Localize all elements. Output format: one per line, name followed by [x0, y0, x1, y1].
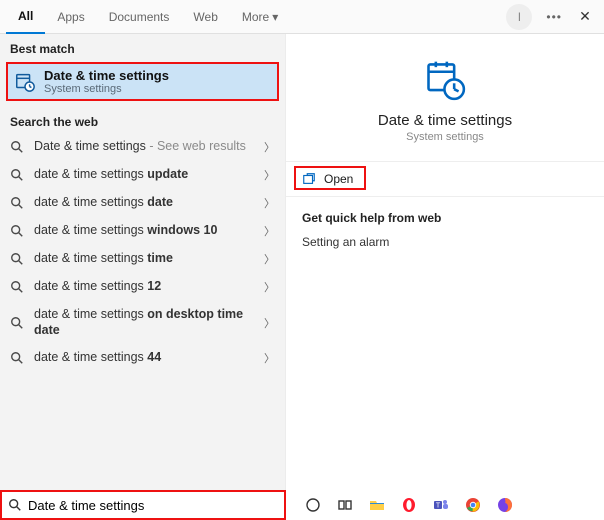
chevron-right-icon: 〉	[264, 279, 275, 295]
best-match-title: Date & time settings	[44, 68, 169, 83]
preview-pane: Date & time settings System settings Ope…	[286, 34, 604, 490]
chevron-right-icon: 〉	[264, 350, 275, 366]
tab-more[interactable]: More ▾	[230, 0, 290, 34]
web-result-text: date & time settings 44	[34, 350, 256, 366]
best-match-label: Best match	[0, 34, 285, 60]
web-results-list: Date & time settings - See web results〉d…	[0, 133, 285, 372]
cortana-icon[interactable]	[304, 496, 322, 514]
svg-text:T: T	[436, 503, 441, 510]
task-view-icon[interactable]	[336, 496, 354, 514]
chrome-icon[interactable]	[464, 496, 482, 514]
web-result-text: date & time settings update	[34, 167, 256, 183]
best-match-subtitle: System settings	[44, 83, 169, 95]
chevron-right-icon: 〉	[264, 315, 275, 331]
web-search-label: Search the web	[0, 107, 285, 133]
calendar-clock-icon	[423, 58, 467, 102]
chevron-right-icon: 〉	[264, 195, 275, 211]
search-icon	[10, 224, 26, 238]
chevron-right-icon: 〉	[264, 251, 275, 267]
web-result-text: date & time settings date	[34, 195, 256, 211]
chevron-right-icon: 〉	[264, 139, 275, 155]
search-icon	[10, 351, 26, 365]
calendar-clock-icon	[14, 71, 36, 93]
web-result-text: date & time settings time	[34, 251, 256, 267]
explorer-icon[interactable]	[368, 496, 386, 514]
web-result-text: date & time settings on desktop time dat…	[34, 307, 256, 338]
search-tabs: All Apps Documents Web More ▾ I ••• ✕	[0, 0, 604, 34]
search-icon	[10, 140, 26, 154]
preview-title: Date & time settings	[378, 112, 512, 129]
open-button[interactable]: Open	[296, 168, 369, 190]
search-icon	[10, 196, 26, 210]
search-icon	[10, 316, 26, 330]
tab-documents[interactable]: Documents	[97, 0, 182, 34]
firefox-icon[interactable]	[496, 496, 514, 514]
web-result-item[interactable]: date & time settings windows 10 〉	[0, 217, 285, 245]
search-icon	[10, 252, 26, 266]
search-icon	[10, 168, 26, 182]
close-button[interactable]: ✕	[570, 8, 600, 25]
web-result-item[interactable]: date & time settings 44 〉	[0, 344, 285, 372]
more-options-button[interactable]: •••	[546, 10, 562, 24]
preview-subtitle: System settings	[406, 131, 484, 143]
web-result-item[interactable]: date & time settings time 〉	[0, 245, 285, 273]
quick-help-heading: Get quick help from web	[302, 211, 588, 225]
search-icon	[10, 280, 26, 294]
tab-web[interactable]: Web	[181, 0, 229, 34]
web-result-item[interactable]: date & time settings update 〉	[0, 161, 285, 189]
chevron-right-icon: 〉	[264, 223, 275, 239]
results-pane: Best match Date & time settings System s…	[0, 34, 286, 490]
taskbar-area: T	[0, 490, 604, 520]
help-link-alarm[interactable]: Setting an alarm	[302, 235, 588, 249]
web-result-item[interactable]: date & time settings date 〉	[0, 189, 285, 217]
search-input[interactable]	[28, 498, 278, 513]
taskbar-tray: T	[286, 496, 604, 514]
user-avatar[interactable]: I	[506, 4, 532, 30]
tab-more-label: More	[242, 10, 269, 24]
chevron-right-icon: 〉	[264, 167, 275, 183]
web-result-text: date & time settings windows 10	[34, 223, 256, 239]
web-result-item[interactable]: Date & time settings - See web results 〉	[0, 133, 285, 161]
web-result-text: Date & time settings - See web results	[34, 139, 256, 155]
search-box[interactable]	[0, 490, 286, 520]
tab-all[interactable]: All	[6, 0, 45, 34]
open-label: Open	[324, 172, 353, 186]
teams-icon[interactable]: T	[432, 496, 450, 514]
open-icon	[302, 172, 316, 186]
search-icon	[8, 498, 22, 512]
web-result-item[interactable]: date & time settings 12 〉	[0, 273, 285, 301]
opera-icon[interactable]	[400, 496, 418, 514]
web-result-item[interactable]: date & time settings on desktop time dat…	[0, 301, 285, 344]
web-result-text: date & time settings 12	[34, 279, 256, 295]
best-match-item[interactable]: Date & time settings System settings	[6, 62, 279, 101]
tab-apps[interactable]: Apps	[45, 0, 96, 34]
chevron-down-icon: ▾	[272, 10, 278, 24]
